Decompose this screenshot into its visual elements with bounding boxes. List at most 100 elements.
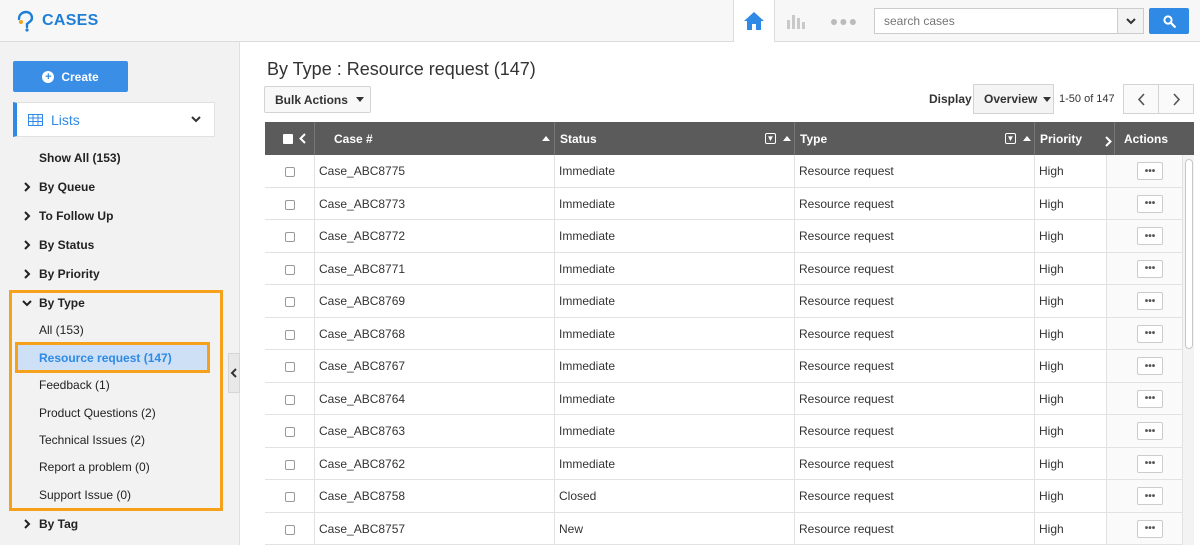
bulk-actions-button[interactable]: Bulk Actions (264, 86, 371, 113)
row-checkbox[interactable] (285, 264, 295, 275)
reports-button[interactable] (784, 10, 808, 32)
type-item-report-a-problem[interactable]: Report a problem (0) (39, 460, 150, 474)
sidebar-item-by-priority[interactable]: By Priority (39, 267, 100, 281)
row-actions-button[interactable]: ••• (1137, 259, 1163, 278)
sidebar-item-by-type[interactable]: By Type (39, 296, 85, 310)
cell-priority: High (1039, 456, 1064, 471)
cell-priority: High (1039, 424, 1064, 438)
column-header-status[interactable]: Status (560, 122, 597, 155)
row-actions-button[interactable]: ••• (1137, 422, 1163, 440)
row-actions-button[interactable]: ••• (1137, 324, 1163, 343)
cell-case[interactable]: Case_ABC8763 (319, 415, 405, 447)
cell-case[interactable]: Case_ABC8768 (319, 318, 405, 350)
previous-page-button[interactable] (1123, 84, 1159, 114)
row-actions-button[interactable]: ••• (1137, 487, 1163, 505)
create-button[interactable]: + Create (13, 61, 128, 92)
table-row[interactable]: Case_ABC8764 Immediate Resource request … (265, 383, 1182, 415)
row-actions-button[interactable]: ••• (1137, 162, 1163, 180)
table-row[interactable]: Case_ABC8767 Immediate Resource request … (265, 350, 1182, 383)
type-item-technical-issues[interactable]: Technical Issues (2) (39, 433, 145, 447)
search-button[interactable] (1149, 8, 1189, 34)
row-actions-button[interactable]: ••• (1137, 357, 1163, 375)
select-all-checkbox[interactable] (283, 134, 293, 144)
row-checkbox[interactable] (285, 492, 295, 502)
type-item-product-questions[interactable]: Product Questions (2) (39, 406, 156, 420)
table-row[interactable]: Case_ABC8758 Closed Resource request Hig… (265, 480, 1182, 513)
table-row[interactable]: Case_ABC8769 Immediate Resource request … (265, 285, 1182, 318)
column-header-case[interactable]: Case # (334, 122, 373, 155)
cell-case[interactable]: Case_ABC8775 (319, 155, 405, 187)
row-checkbox[interactable] (285, 427, 295, 437)
filter-icon[interactable]: ▼ (765, 133, 776, 144)
table-scrollbar[interactable] (1182, 155, 1194, 545)
table-row[interactable]: Case_ABC8772 Immediate Resource request … (265, 220, 1182, 253)
lists-dropdown[interactable]: Lists (13, 102, 215, 137)
cell-case[interactable]: Case_ABC8773 (319, 188, 405, 220)
chevron-right-icon[interactable] (1105, 136, 1112, 147)
display-select[interactable]: Overview (973, 84, 1054, 114)
sort-asc-icon[interactable] (1023, 136, 1031, 141)
app-logo[interactable]: CASES (14, 8, 99, 34)
row-actions-button[interactable]: ••• (1137, 227, 1163, 245)
row-checkbox[interactable] (285, 394, 295, 405)
search-input[interactable] (875, 9, 1117, 33)
type-item-support-issue[interactable]: Support Issue (0) (39, 488, 131, 502)
column-divider (1114, 122, 1115, 155)
column-header-priority[interactable]: Priority (1040, 122, 1082, 155)
pagination-range: 1-50 of 147 (1059, 93, 1115, 105)
sort-asc-icon[interactable] (783, 136, 791, 141)
cell-case[interactable]: Case_ABC8758 (319, 480, 405, 512)
sidebar-item-to-follow-up[interactable]: To Follow Up (39, 209, 113, 223)
cell-type: Resource request (799, 391, 894, 406)
row-checkbox[interactable] (285, 232, 295, 242)
type-item-resource-request[interactable]: Resource request (147) (39, 351, 172, 365)
sort-asc-icon[interactable] (542, 136, 550, 141)
cell-case[interactable]: Case_ABC8772 (319, 220, 405, 252)
row-checkbox[interactable] (285, 297, 295, 307)
table-row[interactable]: Case_ABC8771 Immediate Resource request … (265, 253, 1182, 285)
sidebar-collapse-button[interactable] (228, 353, 240, 393)
row-actions-button[interactable]: ••• (1137, 194, 1163, 213)
search-dropdown-button[interactable] (1117, 9, 1143, 33)
row-checkbox[interactable] (285, 167, 295, 177)
row-checkbox[interactable] (285, 199, 295, 210)
home-button[interactable] (733, 0, 775, 42)
more-apps-button[interactable]: ●●● (830, 12, 857, 30)
cell-case[interactable]: Case_ABC8757 (319, 513, 405, 545)
filter-icon[interactable]: ▼ (1005, 133, 1016, 144)
table-row[interactable]: Case_ABC8757 New Resource request High •… (265, 513, 1182, 545)
table-row[interactable]: Case_ABC8768 Immediate Resource request … (265, 318, 1182, 350)
row-checkbox[interactable] (285, 459, 295, 470)
cell-case[interactable]: Case_ABC8769 (319, 285, 405, 317)
cell-priority: High (1039, 489, 1064, 503)
row-checkbox[interactable] (285, 362, 295, 372)
cell-status: Immediate (559, 261, 616, 276)
table-row[interactable]: Case_ABC8762 Immediate Resource request … (265, 448, 1182, 480)
column-header-type[interactable]: Type (800, 122, 827, 155)
cell-case[interactable]: Case_ABC8762 (319, 448, 405, 480)
sidebar-item-by-status[interactable]: By Status (39, 238, 94, 252)
table-row[interactable]: Case_ABC8775 Immediate Resource request … (265, 155, 1182, 188)
cell-case[interactable]: Case_ABC8767 (319, 350, 405, 382)
type-item-feedback[interactable]: Feedback (1) (39, 378, 110, 392)
row-checkbox[interactable] (285, 524, 295, 535)
chevron-right-icon (24, 240, 31, 250)
row-actions-button[interactable]: ••• (1137, 454, 1163, 473)
scrollbar-thumb[interactable] (1185, 159, 1193, 349)
table-row[interactable]: Case_ABC8763 Immediate Resource request … (265, 415, 1182, 448)
cell-case[interactable]: Case_ABC8764 (319, 383, 405, 415)
chevron-left-icon[interactable] (299, 133, 306, 144)
sidebar-item-by-tag[interactable]: By Tag (39, 517, 78, 531)
row-actions-button[interactable]: ••• (1137, 389, 1163, 408)
row-actions-button[interactable]: ••• (1137, 292, 1163, 310)
sidebar-item-by-queue[interactable]: By Queue (39, 180, 95, 194)
next-page-button[interactable] (1158, 84, 1194, 114)
row-actions-button[interactable]: ••• (1137, 519, 1163, 538)
cell-case[interactable]: Case_ABC8771 (319, 253, 405, 285)
cell-status: Immediate (559, 326, 616, 341)
type-item-all[interactable]: All (153) (39, 323, 84, 337)
sidebar-item-show-all[interactable]: Show All (153) (39, 151, 121, 165)
display-label: Display (929, 92, 972, 106)
table-row[interactable]: Case_ABC8773 Immediate Resource request … (265, 188, 1182, 220)
row-checkbox[interactable] (285, 329, 295, 340)
